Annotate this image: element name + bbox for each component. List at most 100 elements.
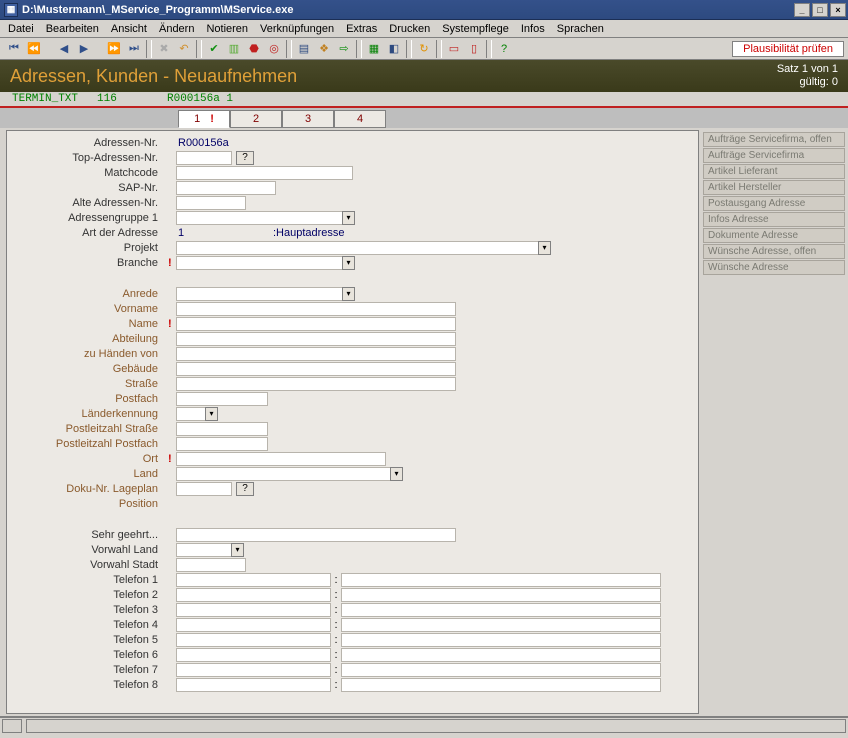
postfach-field[interactable] — [176, 392, 268, 406]
side-auftraege-offen[interactable]: Aufträge Servicefirma, offen — [703, 132, 845, 147]
doku-field[interactable] — [176, 482, 232, 496]
help-icon[interactable]: ? — [495, 40, 513, 58]
info-icon[interactable]: ❖ — [315, 40, 333, 58]
vorwahl-land-field[interactable] — [176, 543, 232, 557]
menu-sprachen[interactable]: Sprachen — [553, 23, 612, 35]
sehrg-field[interactable] — [176, 528, 456, 542]
projekt-field[interactable] — [176, 241, 539, 255]
tel3-desc-field[interactable] — [341, 603, 661, 617]
tel2-desc-field[interactable] — [341, 588, 661, 602]
tel6-desc-field[interactable] — [341, 648, 661, 662]
side-artikel-lieferant[interactable]: Artikel Lieferant — [703, 164, 845, 179]
refresh-icon[interactable]: ↻ — [415, 40, 433, 58]
misc-icon[interactable]: ◧ — [385, 40, 403, 58]
tel1-desc-field[interactable] — [341, 573, 661, 587]
laenderk-field[interactable] — [176, 407, 206, 421]
anrede-dropdown-icon[interactable]: ▾ — [342, 287, 355, 301]
nav-first-icon[interactable]: ⏮ — [5, 40, 23, 58]
tab-2[interactable]: 2 — [230, 110, 282, 128]
tel3-num-field[interactable] — [176, 603, 331, 617]
plz-pf-field[interactable] — [176, 437, 268, 451]
side-infos-adresse[interactable]: Infos Adresse — [703, 212, 845, 227]
branche-dropdown-icon[interactable]: ▾ — [342, 256, 355, 270]
menu-ansicht[interactable]: Ansicht — [107, 23, 155, 35]
nav-rewind-icon[interactable]: ⏪ — [25, 40, 43, 58]
tel6-num-field[interactable] — [176, 648, 331, 662]
gebaeude-field[interactable] — [176, 362, 456, 376]
side-auftraege[interactable]: Aufträge Servicefirma — [703, 148, 845, 163]
page-title: Adressen, Kunden - Neuaufnehmen — [10, 66, 297, 87]
matchcode-field[interactable] — [176, 166, 353, 180]
abteilung-field[interactable] — [176, 332, 456, 346]
form-icon[interactable]: ▥ — [225, 40, 243, 58]
side-artikel-hersteller[interactable]: Artikel Hersteller — [703, 180, 845, 195]
excel-icon[interactable]: ▦ — [365, 40, 383, 58]
undo-icon[interactable]: ↶ — [175, 40, 193, 58]
vorname-field[interactable] — [176, 302, 456, 316]
tel7-num-field[interactable] — [176, 663, 331, 677]
menu-extras[interactable]: Extras — [342, 23, 385, 35]
tel8-desc-field[interactable] — [341, 678, 661, 692]
tab-4[interactable]: 4 — [334, 110, 386, 128]
menu-aendern[interactable]: Ändern — [155, 23, 202, 35]
menu-datei[interactable]: Datei — [4, 23, 42, 35]
sap-field[interactable] — [176, 181, 276, 195]
menu-notieren[interactable]: Notieren — [202, 23, 256, 35]
menu-verknuepfungen[interactable]: Verknüpfungen — [256, 23, 342, 35]
tel4-desc-field[interactable] — [341, 618, 661, 632]
maximize-button[interactable]: □ — [812, 3, 828, 17]
close-button[interactable]: × — [830, 3, 846, 17]
strasse-field[interactable] — [176, 377, 456, 391]
lbl-plz-pf: Postleitzahl Postfach — [13, 438, 168, 450]
tel4-num-field[interactable] — [176, 618, 331, 632]
plausibility-button[interactable]: Plausibilität prüfen — [732, 41, 844, 57]
tel8-num-field[interactable] — [176, 678, 331, 692]
link1-icon[interactable]: ▭ — [445, 40, 463, 58]
menu-drucken[interactable]: Drucken — [385, 23, 438, 35]
tab-3[interactable]: 3 — [282, 110, 334, 128]
tel5-desc-field[interactable] — [341, 633, 661, 647]
nav-next-icon[interactable]: ▶ — [75, 40, 93, 58]
side-wuensche[interactable]: Wünsche Adresse — [703, 260, 845, 275]
tel7-desc-field[interactable] — [341, 663, 661, 677]
projekt-dropdown-icon[interactable]: ▾ — [538, 241, 551, 255]
gruppe-field[interactable] — [176, 211, 343, 225]
side-wuensche-offen[interactable]: Wünsche Adresse, offen — [703, 244, 845, 259]
branche-field[interactable] — [176, 256, 343, 270]
confirm-icon[interactable]: ✔ — [205, 40, 223, 58]
land-dropdown-icon[interactable]: ▾ — [390, 467, 403, 481]
export-icon[interactable]: ⇨ — [335, 40, 353, 58]
delete-icon[interactable]: ✖ — [155, 40, 173, 58]
nav-forward-icon[interactable]: ⏩ — [105, 40, 123, 58]
menu-bearbeiten[interactable]: Bearbeiten — [42, 23, 107, 35]
alte-adressen-field[interactable] — [176, 196, 246, 210]
side-dokumente[interactable]: Dokumente Adresse — [703, 228, 845, 243]
zuhaenden-field[interactable] — [176, 347, 456, 361]
gruppe-dropdown-icon[interactable]: ▾ — [342, 211, 355, 225]
vorwahl-land-dropdown-icon[interactable]: ▾ — [231, 543, 244, 557]
ort-field[interactable] — [176, 452, 386, 466]
top-adressen-field[interactable] — [176, 151, 232, 165]
menu-systempflege[interactable]: Systempflege — [438, 23, 517, 35]
name-field[interactable] — [176, 317, 456, 331]
target-icon[interactable]: ◎ — [265, 40, 283, 58]
menu-infos[interactable]: Infos — [517, 23, 553, 35]
plz-str-field[interactable] — [176, 422, 268, 436]
tel2-num-field[interactable] — [176, 588, 331, 602]
nav-prev-icon[interactable]: ◀ — [55, 40, 73, 58]
land-field[interactable] — [176, 467, 391, 481]
top-adressen-lookup-button[interactable]: ? — [236, 151, 254, 165]
link2-icon[interactable]: ▯ — [465, 40, 483, 58]
anrede-field[interactable] — [176, 287, 343, 301]
stop-icon[interactable]: ⬣ — [245, 40, 263, 58]
tel1-num-field[interactable] — [176, 573, 331, 587]
vorwahl-stadt-field[interactable] — [176, 558, 246, 572]
side-postausgang[interactable]: Postausgang Adresse — [703, 196, 845, 211]
laenderk-dropdown-icon[interactable]: ▾ — [205, 407, 218, 421]
doc-icon[interactable]: ▤ — [295, 40, 313, 58]
minimize-button[interactable]: _ — [794, 3, 810, 17]
tab-1[interactable]: 1 ! — [178, 110, 230, 128]
doku-lookup-button[interactable]: ? — [236, 482, 254, 496]
tel5-num-field[interactable] — [176, 633, 331, 647]
nav-last-icon[interactable]: ⏭ — [125, 40, 143, 58]
